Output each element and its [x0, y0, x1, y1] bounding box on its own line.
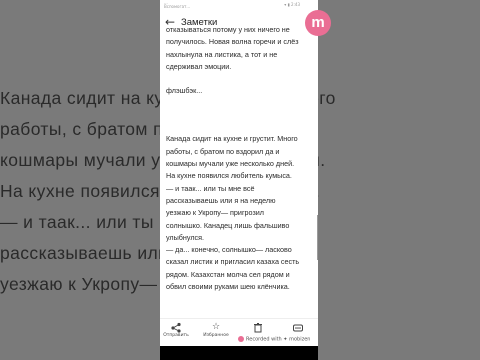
- note-flashback: флэшбэк...: [166, 86, 203, 96]
- note-content[interactable]: отказываться потому у них ничего не полу…: [166, 24, 316, 293]
- watermark-text: Recorded with ✦ mobizen: [246, 336, 311, 343]
- bottom-action-bar: Отправить ☆ Избранное: [160, 318, 318, 347]
- trash-icon: [254, 323, 262, 333]
- note-paragraph-2: Канада сидит на кухне и грустит. Много р…: [166, 134, 300, 292]
- scrollbar[interactable]: [317, 215, 318, 260]
- status-left: ... Вспомогат...: [164, 1, 190, 9]
- share-label: Отправить: [163, 333, 189, 338]
- status-left-bottom: Вспомогат...: [164, 4, 191, 9]
- favorite-label: Избранное: [203, 333, 229, 338]
- more-button[interactable]: [284, 322, 312, 333]
- recording-watermark: Recorded with ✦ mobizen: [238, 336, 310, 343]
- mobizen-logo: m: [305, 10, 331, 36]
- system-nav-bar: [160, 346, 318, 360]
- phone-screen: ... Вспомогат... ▾ ▮ 2:43 ← Заметки отка…: [160, 0, 318, 360]
- mobizen-logo-icon: [238, 336, 244, 342]
- delete-button[interactable]: [244, 322, 272, 333]
- share-icon: [171, 322, 181, 333]
- share-button[interactable]: Отправить: [162, 322, 190, 338]
- more-icon: [293, 324, 303, 332]
- favorite-button[interactable]: ☆ Избранное: [202, 322, 230, 338]
- star-icon: ☆: [211, 322, 221, 332]
- status-right: ▾ ▮ 2:43: [284, 2, 300, 7]
- note-paragraph-1: отказываться потому у них ничего не полу…: [166, 25, 299, 71]
- status-bar: ... Вспомогат... ▾ ▮ 2:43: [160, 0, 318, 10]
